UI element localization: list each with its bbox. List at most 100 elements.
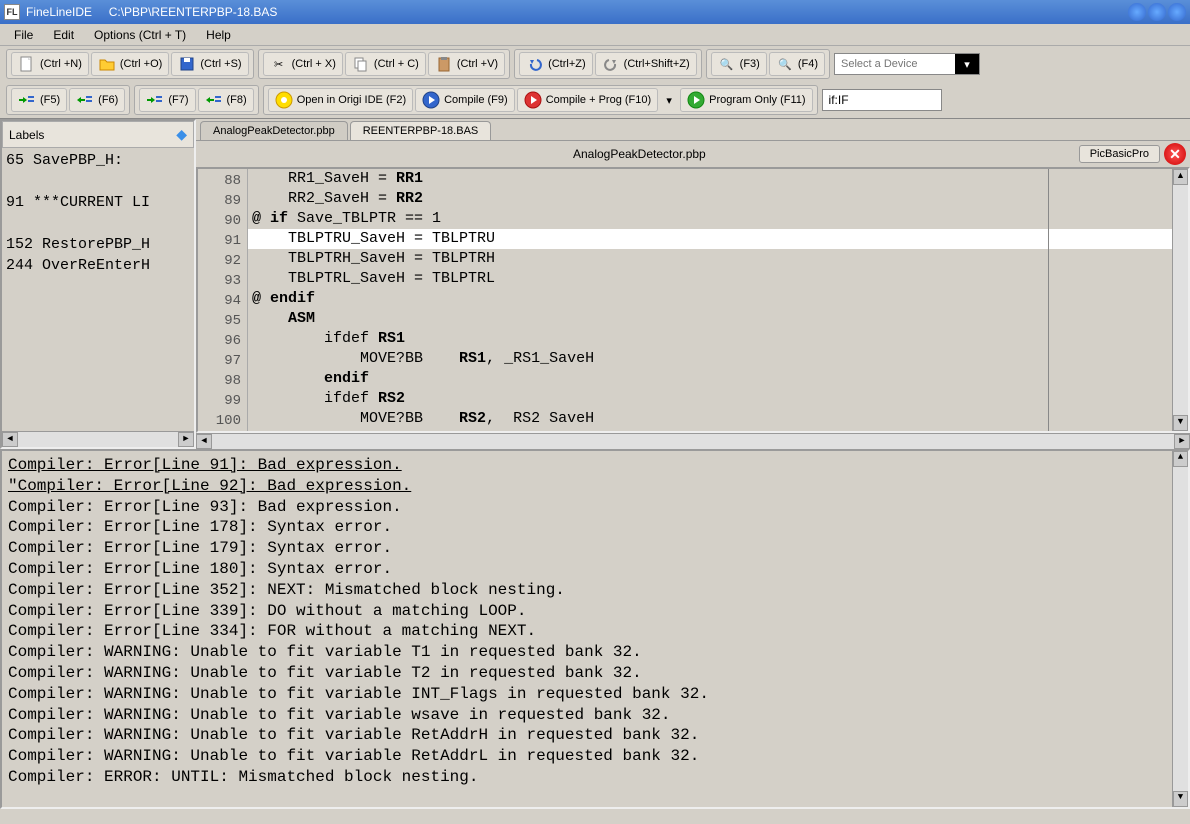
labels-list-item[interactable] [6, 171, 190, 192]
program-only-label: Program Only (F11) [709, 94, 805, 106]
device-select[interactable]: ▾ [834, 53, 980, 75]
indent-f5-button[interactable]: (F5) [11, 88, 67, 112]
maximize-button[interactable] [1148, 3, 1166, 21]
menu-edit[interactable]: Edit [43, 26, 84, 44]
code-content[interactable]: RR1_SaveH = RR1 RR2_SaveH = RR2@ if Save… [248, 169, 1172, 431]
output-line: Compiler: Error[Line 179]: Syntax error. [8, 538, 1182, 559]
close-tab-button[interactable]: ✕ [1164, 143, 1186, 165]
replace-button[interactable]: 🔍 (F4) [769, 52, 825, 76]
code-line[interactable]: ifdef RS2 [248, 389, 1172, 409]
output-line: Compiler: Error[Line 91]: Bad expression… [8, 455, 1182, 476]
window-title: FineLineIDE C:\PBP\REENTERPBP-18.BAS [26, 5, 1128, 19]
margin-ruler [1048, 169, 1049, 431]
indent-icon [146, 91, 164, 109]
program-only-button[interactable]: Program Only (F11) [680, 88, 812, 112]
device-dropdown-icon[interactable]: ▾ [955, 54, 979, 74]
labels-list-item[interactable]: 65 SavePBP_H: [6, 150, 190, 171]
code-line[interactable]: @ if Save_TBLPTR == 1 [248, 209, 1172, 229]
cut-button[interactable]: ✂ (Ctrl + X) [263, 52, 343, 76]
f8-label: (F8) [227, 94, 247, 106]
find-button[interactable]: 🔍 (F3) [711, 52, 767, 76]
labels-list-item[interactable]: 152 RestorePBP_H [6, 234, 190, 255]
dropdown-arrow-icon[interactable]: ▾ [660, 91, 678, 109]
code-line[interactable]: TBLPTRU_SaveH = TBLPTRU [248, 229, 1172, 249]
close-window-button[interactable] [1168, 3, 1186, 21]
redo-label: (Ctrl+Shift+Z) [624, 58, 690, 70]
copy-button[interactable]: (Ctrl + C) [345, 52, 426, 76]
editor-vscroll[interactable]: ▲▼ [1172, 169, 1188, 431]
labels-list-item[interactable] [6, 213, 190, 234]
paste-button[interactable]: (Ctrl +V) [428, 52, 505, 76]
code-line[interactable]: endif [248, 369, 1172, 389]
output-line: Compiler: Error[Line 180]: Syntax error. [8, 559, 1182, 580]
code-line[interactable]: TBLPTRL_SaveH = TBLPTRL [248, 269, 1172, 289]
labels-list[interactable]: 65 SavePBP_H: 91 ***CURRENT LI 152 Resto… [2, 148, 194, 431]
window-controls [1128, 3, 1186, 21]
find-label: (F3) [740, 58, 760, 70]
open-ide-label: Open in Origi IDE (F2) [297, 94, 406, 106]
code-line[interactable]: RR2_SaveH = RR2 [248, 189, 1172, 209]
search-icon: 🔍 [718, 55, 736, 73]
open-button[interactable]: (Ctrl +O) [91, 52, 169, 76]
labels-hscroll[interactable]: ◄► [2, 431, 194, 447]
language-badge: PicBasicPro [1079, 145, 1160, 163]
new-label: (Ctrl +N) [40, 58, 82, 70]
redo-icon [602, 55, 620, 73]
outdent-f6-button[interactable]: (F6) [69, 88, 125, 112]
toolbars: (Ctrl +N) (Ctrl +O) (Ctrl +S) ✂ (Ctrl + … [0, 46, 1190, 119]
code-line[interactable]: MOVE?BB RS2, RS2 SaveH [248, 409, 1172, 429]
compile-prog-button[interactable]: Compile + Prog (F10) [517, 88, 658, 112]
menubar: File Edit Options (Ctrl + T) Help [0, 24, 1190, 46]
paste-icon [435, 55, 453, 73]
tab-analog[interactable]: AnalogPeakDetector.pbp [200, 121, 348, 140]
file-header: AnalogPeakDetector.pbp PicBasicPro ✕ [196, 140, 1190, 167]
new-button[interactable]: (Ctrl +N) [11, 52, 89, 76]
redo-button[interactable]: (Ctrl+Shift+Z) [595, 52, 697, 76]
code-line[interactable]: @ endif [248, 289, 1172, 309]
search-replace-icon: 🔍 [776, 55, 794, 73]
compile-prog-label: Compile + Prog (F10) [546, 94, 651, 106]
app-name: FineLineIDE [26, 5, 92, 19]
labels-list-item[interactable]: 244 OverReEnterH [6, 255, 190, 276]
labels-pane: Labels ◆ 65 SavePBP_H: 91 ***CURRENT LI … [0, 119, 196, 449]
output-line: Compiler: Error[Line 339]: DO without a … [8, 601, 1182, 622]
code-line[interactable]: RR1_SaveH = RR1 [248, 169, 1172, 189]
output-pane[interactable]: Compiler: Error[Line 91]: Bad expression… [0, 449, 1190, 809]
labels-list-item[interactable]: 91 ***CURRENT LI [6, 192, 190, 213]
menu-help[interactable]: Help [196, 26, 241, 44]
undo-label: (Ctrl+Z) [548, 58, 586, 70]
menu-file[interactable]: File [4, 26, 43, 44]
code-line[interactable]: ifdef RS1 [248, 329, 1172, 349]
play-icon [422, 91, 440, 109]
output-vscroll[interactable]: ▲▼ [1172, 451, 1188, 807]
main-area: Labels ◆ 65 SavePBP_H: 91 ***CURRENT LI … [0, 119, 1190, 449]
compile-button[interactable]: Compile (F9) [415, 88, 515, 112]
device-input[interactable] [835, 55, 955, 73]
f7-button[interactable]: (F7) [139, 88, 195, 112]
menu-options[interactable]: Options (Ctrl + T) [84, 26, 196, 44]
f5-label: (F5) [40, 94, 60, 106]
output-line: Compiler: WARNING: Unable to fit variabl… [8, 663, 1182, 684]
save-label: (Ctrl +S) [200, 58, 241, 70]
open-ide-button[interactable]: Open in Origi IDE (F2) [268, 88, 413, 112]
output-line: Compiler: WARNING: Unable to fit variabl… [8, 642, 1182, 663]
minimize-button[interactable] [1128, 3, 1146, 21]
editor-hscroll[interactable]: ◄► [196, 433, 1190, 449]
output-line: Compiler: Error[Line 178]: Syntax error. [8, 517, 1182, 538]
open-folder-icon [98, 55, 116, 73]
tab-reenter[interactable]: REENTERPBP-18.BAS [350, 121, 492, 140]
code-line[interactable]: ASM [248, 309, 1172, 329]
save-button[interactable]: (Ctrl +S) [171, 52, 248, 76]
code-line[interactable]: TBLPTRH_SaveH = TBLPTRH [248, 249, 1172, 269]
labels-title: Labels [9, 128, 44, 142]
scissors-icon: ✂ [270, 55, 288, 73]
open-label: (Ctrl +O) [120, 58, 162, 70]
toolbar-row-2: (F5) (F6) (F7) (F8) Open in Origi IDE (F… [0, 82, 1190, 118]
f8-button[interactable]: (F8) [198, 88, 254, 112]
undo-button[interactable]: (Ctrl+Z) [519, 52, 593, 76]
labels-header[interactable]: Labels ◆ [2, 121, 194, 148]
code-area[interactable]: 888990919293949596979899100 RR1_SaveH = … [196, 167, 1190, 433]
editor-pane: AnalogPeakDetector.pbp REENTERPBP-18.BAS… [196, 119, 1190, 449]
code-line[interactable]: MOVE?BB RS1, _RS1_SaveH [248, 349, 1172, 369]
compile-label: Compile (F9) [444, 94, 508, 106]
